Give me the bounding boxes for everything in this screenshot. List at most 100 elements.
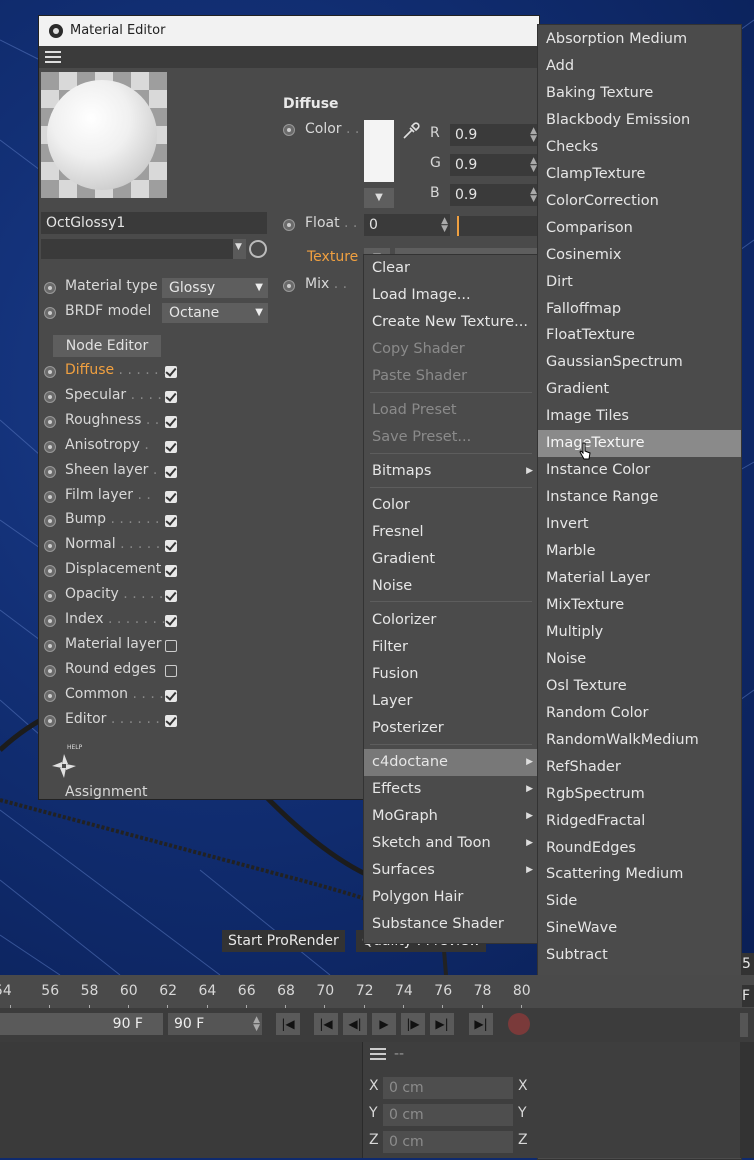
channel-checkbox[interactable] [165,540,177,552]
channel-radio[interactable] [44,540,56,552]
y-position-field[interactable]: 0 cm [383,1104,513,1126]
context-menu-item[interactable]: Colorizer [364,607,538,634]
previous-key-icon[interactable]: |◀ [314,1013,338,1035]
context-menu-item[interactable]: Load Image... [364,282,538,309]
submenu-item[interactable]: Instance Color [538,457,741,484]
channel-radio[interactable] [44,466,56,478]
search-dropdown-button[interactable]: ▼ [233,239,246,259]
end-frame-slider[interactable]: 90 F [0,1013,163,1035]
submenu-item[interactable]: Cosinemix [538,242,741,269]
context-menu-item[interactable]: Noise [364,573,538,600]
float-slider-handle[interactable] [457,216,459,236]
submenu-item[interactable]: Add [538,53,741,80]
submenu-item[interactable]: RgbSpectrum [538,781,741,808]
context-menu-item[interactable]: Polygon Hair [364,884,538,911]
coords-menu-icon[interactable] [370,1048,386,1060]
channel-radio[interactable] [44,441,56,453]
context-menu-item[interactable]: Create New Texture... [364,309,538,336]
channel-radio[interactable] [44,391,56,403]
pick-target-icon[interactable] [249,240,267,258]
coords-scroll-edge[interactable] [740,1042,754,1158]
context-menu-item[interactable]: Bitmaps ▶ [364,458,538,485]
submenu-item[interactable]: Dirt [538,269,741,296]
channel-radio[interactable] [44,366,56,378]
previous-frame-icon[interactable]: ◀| [343,1013,367,1035]
channel-checkbox[interactable] [165,416,177,428]
channel-radio[interactable] [44,565,56,577]
context-menu-item[interactable]: Filter [364,634,538,661]
channel-label[interactable]: Film layer . . [65,487,151,503]
channel-checkbox[interactable] [165,615,177,627]
context-menu-item[interactable]: Substance Shader [364,911,538,938]
context-menu-item[interactable]: Color [364,492,538,519]
submenu-item[interactable]: GaussianSpectrum [538,349,741,376]
submenu-item[interactable]: SineWave [538,915,741,942]
submenu-item[interactable]: Invert [538,511,741,538]
channel-checkbox[interactable] [165,466,177,478]
channel-checkbox[interactable] [165,665,177,677]
submenu-item[interactable]: ClampTexture [538,161,741,188]
submenu-item[interactable]: Marble [538,538,741,565]
context-menu-item[interactable]: Posterizer [364,715,538,742]
context-menu-item[interactable]: Sketch and Toon ▶ [364,830,538,857]
channel-checkbox[interactable] [165,515,177,527]
go-to-end-icon[interactable]: ▶| [469,1013,493,1035]
g-value-field[interactable]: 0.9 ▲ ▼ [450,154,539,176]
channel-radio[interactable] [44,615,56,627]
context-menu-item[interactable]: Fusion [364,661,538,688]
channel-checkbox[interactable] [165,590,177,602]
r-value-field[interactable]: 0.9 ▲ ▼ [450,124,539,146]
submenu-item[interactable]: Noise [538,646,741,673]
channel-checkbox[interactable] [165,565,177,577]
channel-label[interactable]: Diffuse . . . . . . [65,362,168,378]
channel-radio[interactable] [44,416,56,428]
channel-label[interactable]: Normal . . . . . [65,536,160,552]
submenu-item[interactable]: RandomWalkMedium [538,727,741,754]
submenu-item[interactable]: RidgedFractal [538,808,741,835]
channel-label[interactable]: Displacement [65,561,161,577]
submenu-item[interactable]: Falloffmap [538,296,741,323]
color-dropdown-button[interactable]: ▼ [364,188,394,208]
submenu-item[interactable]: Subtract [538,942,741,969]
frame-field[interactable]: 90 F ▲ ▼ [168,1013,262,1035]
context-menu-item[interactable]: Gradient [364,546,538,573]
submenu-item[interactable]: Checks [538,134,741,161]
channel-radio[interactable] [44,665,56,677]
submenu-item[interactable]: RefShader [538,754,741,781]
mix-radio[interactable] [283,280,295,292]
submenu-item[interactable]: MixTexture [538,592,741,619]
channel-label[interactable]: Opacity . . . . . [65,586,163,602]
channel-label[interactable]: Material layer [65,636,161,652]
channel-checkbox[interactable] [165,640,177,652]
channel-checkbox[interactable] [165,491,177,503]
float-radio[interactable] [283,219,295,231]
transport-overflow[interactable] [740,1013,748,1037]
channel-checkbox[interactable] [165,441,177,453]
submenu-item[interactable]: Osl Texture [538,673,741,700]
channel-label[interactable]: Specular . . . . [65,387,162,403]
record-icon[interactable] [508,1013,530,1035]
context-menu-item[interactable]: Fresnel [364,519,538,546]
submenu-item[interactable]: Blackbody Emission [538,107,741,134]
node-editor-button[interactable]: Node Editor [53,335,161,357]
channel-radio[interactable] [44,590,56,602]
submenu-item[interactable]: Multiply [538,619,741,646]
z-position-field[interactable]: 0 cm [383,1131,513,1153]
context-menu-item[interactable]: c4doctane ▶ [364,749,538,776]
context-menu-item[interactable]: Clear [364,255,538,282]
go-to-start-icon[interactable]: |◀ [276,1013,300,1035]
octane-help-icon[interactable]: HELP [47,742,87,782]
material-type-radio[interactable] [44,282,56,294]
start-prorender-button[interactable]: Start ProRender [222,930,345,952]
color-swatch[interactable] [364,120,394,182]
eyedropper-icon[interactable] [401,121,421,141]
submenu-item[interactable]: Material Layer [538,565,741,592]
submenu-item[interactable]: FloatTexture [538,322,741,349]
channel-label[interactable]: Round edges [65,661,156,677]
submenu-item[interactable]: ColorCorrection [538,188,741,215]
context-menu-item[interactable]: Layer [364,688,538,715]
next-key-icon[interactable]: ▶| [430,1013,454,1035]
channel-radio[interactable] [44,640,56,652]
context-menu-item[interactable]: MoGraph ▶ [364,803,538,830]
channel-checkbox[interactable] [165,715,177,727]
